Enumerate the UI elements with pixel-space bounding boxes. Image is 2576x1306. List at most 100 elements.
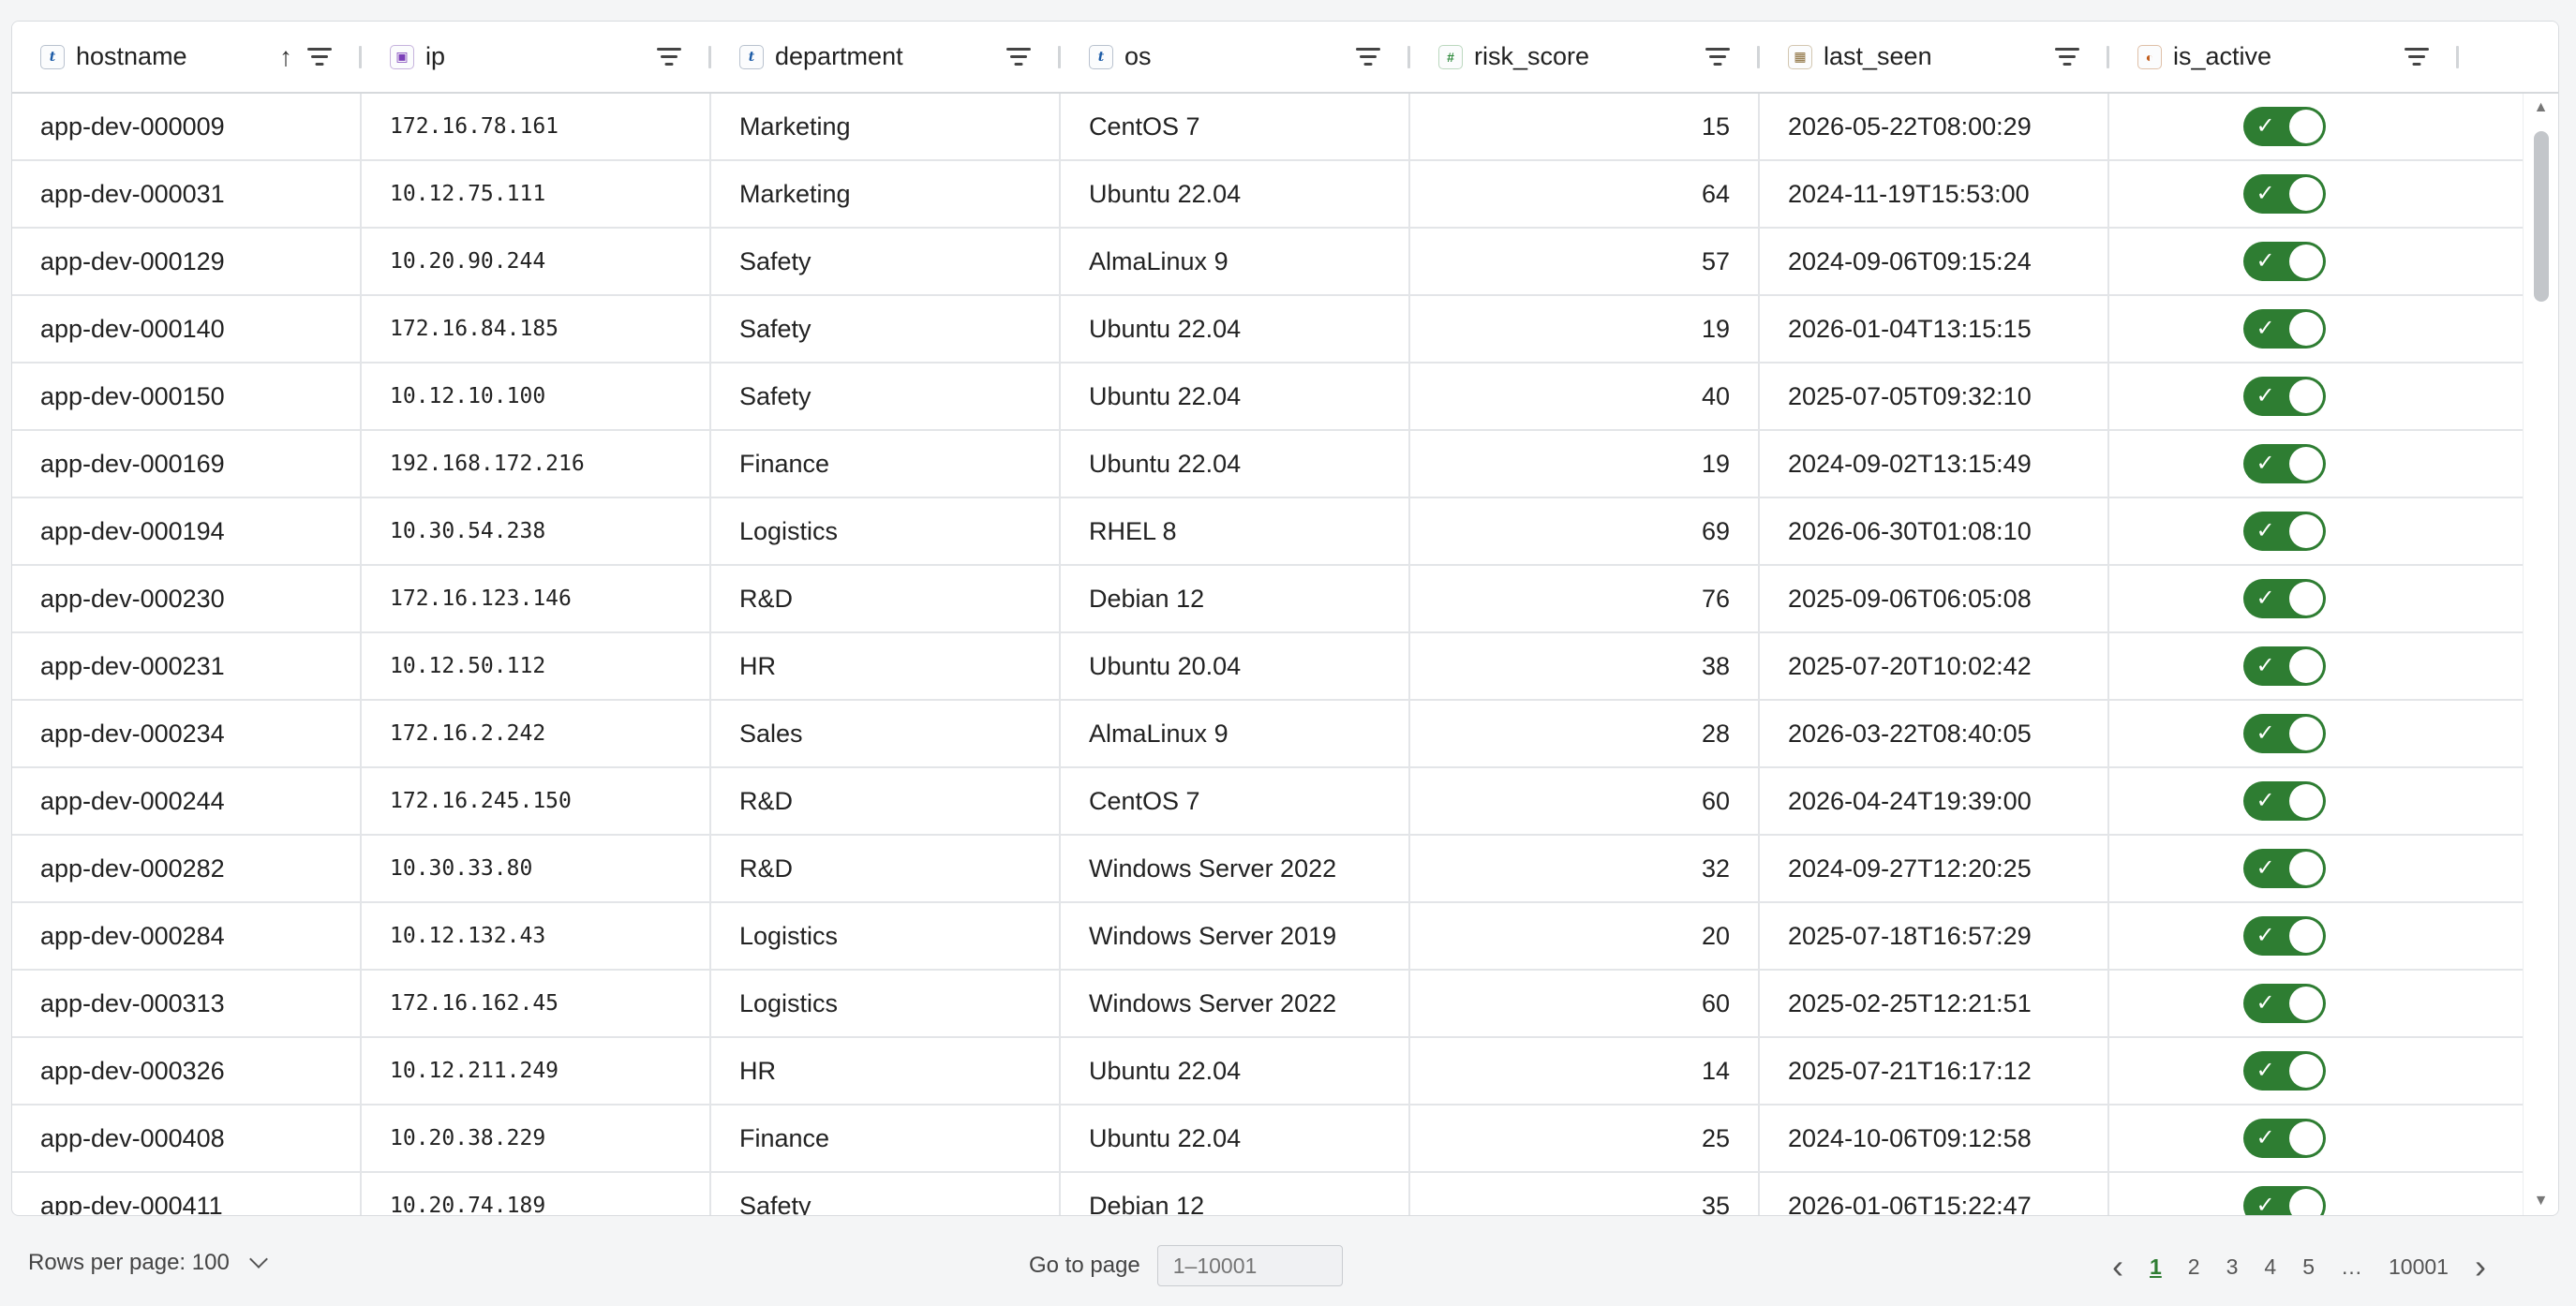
- table-row[interactable]: app-dev-000326 10.12.211.249 HR Ubuntu 22.0…: [12, 1038, 2524, 1106]
- cell-last-seen[interactable]: 2026-01-06T15:22:47: [1760, 1173, 2109, 1215]
- cell-hostname[interactable]: app-dev-000326: [12, 1038, 362, 1104]
- column-header-ip[interactable]: ▣ ip: [362, 22, 711, 92]
- scrollbar-thumb[interactable]: [2534, 131, 2549, 302]
- cell-hostname[interactable]: app-dev-000282: [12, 836, 362, 901]
- table-row[interactable]: app-dev-000009 172.16.78.161 Marketing Cent…: [12, 94, 2524, 161]
- cell-os[interactable]: Ubuntu 20.04: [1061, 633, 1410, 699]
- cell-department[interactable]: Finance: [711, 1106, 1061, 1171]
- cell-os[interactable]: Debian 12: [1061, 566, 1410, 631]
- cell-department[interactable]: Marketing: [711, 161, 1061, 227]
- cell-os[interactable]: Ubuntu 22.04: [1061, 1106, 1410, 1171]
- active-toggle[interactable]: ✓: [2242, 579, 2326, 618]
- cell-ip[interactable]: 172.16.78.161: [362, 94, 711, 159]
- cell-department[interactable]: HR: [711, 633, 1061, 699]
- cell-last-seen[interactable]: 2026-04-24T19:39:00: [1760, 768, 2109, 834]
- cell-os[interactable]: AlmaLinux 9: [1061, 229, 1410, 294]
- cell-department[interactable]: HR: [711, 1038, 1061, 1104]
- column-header-last-seen[interactable]: ▦ last_seen: [1760, 22, 2109, 92]
- cell-risk-score[interactable]: 57: [1410, 229, 1760, 294]
- cell-ip[interactable]: 192.168.172.216: [362, 431, 711, 497]
- active-toggle[interactable]: ✓: [2242, 444, 2326, 483]
- active-toggle[interactable]: ✓: [2242, 309, 2326, 349]
- cell-ip[interactable]: 10.12.132.43: [362, 903, 711, 969]
- cell-hostname[interactable]: app-dev-000009: [12, 94, 362, 159]
- rows-per-page-select[interactable]: Rows per page: 100: [28, 1250, 268, 1276]
- active-toggle[interactable]: ✓: [2242, 242, 2326, 281]
- cell-ip[interactable]: 10.20.74.189: [362, 1173, 711, 1215]
- cell-ip[interactable]: 10.12.10.100: [362, 364, 711, 429]
- table-row[interactable]: app-dev-000234 172.16.2.242 Sales AlmaLinux…: [12, 701, 2524, 768]
- cell-last-seen[interactable]: 2024-11-19T15:53:00: [1760, 161, 2109, 227]
- table-row[interactable]: app-dev-000411 10.20.74.189 Safety Debian 1…: [12, 1173, 2524, 1215]
- cell-department[interactable]: Sales: [711, 701, 1061, 766]
- filter-icon[interactable]: [1354, 46, 1382, 68]
- cell-last-seen[interactable]: 2025-07-20T10:02:42: [1760, 633, 2109, 699]
- active-toggle[interactable]: ✓: [2242, 1119, 2326, 1158]
- cell-last-seen[interactable]: 2026-05-22T08:00:29: [1760, 94, 2109, 159]
- cell-hostname[interactable]: app-dev-000284: [12, 903, 362, 969]
- cell-risk-score[interactable]: 69: [1410, 498, 1760, 564]
- cell-os[interactable]: Ubuntu 22.04: [1061, 431, 1410, 497]
- cell-hostname[interactable]: app-dev-000129: [12, 229, 362, 294]
- page-button[interactable]: 4: [2251, 1254, 2289, 1280]
- cell-os[interactable]: CentOS 7: [1061, 94, 1410, 159]
- cell-hostname[interactable]: app-dev-000031: [12, 161, 362, 227]
- table-row[interactable]: app-dev-000284 10.12.132.43 Logistics Windo…: [12, 903, 2524, 971]
- cell-department[interactable]: R&D: [711, 566, 1061, 631]
- cell-ip[interactable]: 10.12.50.112: [362, 633, 711, 699]
- filter-icon[interactable]: [305, 46, 334, 68]
- cell-department[interactable]: Logistics: [711, 903, 1061, 969]
- cell-department[interactable]: Safety: [711, 296, 1061, 362]
- cell-os[interactable]: Ubuntu 22.04: [1061, 364, 1410, 429]
- column-header-hostname[interactable]: t hostname ↑: [12, 22, 362, 92]
- column-header-risk-score[interactable]: # risk_score: [1410, 22, 1760, 92]
- cell-department[interactable]: Safety: [711, 364, 1061, 429]
- table-row[interactable]: app-dev-000194 10.30.54.238 Logistics RHEL …: [12, 498, 2524, 566]
- cell-risk-score[interactable]: 35: [1410, 1173, 1760, 1215]
- cell-last-seen[interactable]: 2024-09-06T09:15:24: [1760, 229, 2109, 294]
- filter-icon[interactable]: [2053, 46, 2081, 68]
- cell-os[interactable]: CentOS 7: [1061, 768, 1410, 834]
- cell-hostname[interactable]: app-dev-000140: [12, 296, 362, 362]
- cell-risk-score[interactable]: 15: [1410, 94, 1760, 159]
- cell-risk-score[interactable]: 19: [1410, 296, 1760, 362]
- cell-department[interactable]: Logistics: [711, 498, 1061, 564]
- cell-last-seen[interactable]: 2026-03-22T08:40:05: [1760, 701, 2109, 766]
- cell-risk-score[interactable]: 38: [1410, 633, 1760, 699]
- cell-os[interactable]: Ubuntu 22.04: [1061, 161, 1410, 227]
- table-row[interactable]: app-dev-000031 10.12.75.111 Marketing Ubunt…: [12, 161, 2524, 229]
- cell-hostname[interactable]: app-dev-000231: [12, 633, 362, 699]
- table-row[interactable]: app-dev-000244 172.16.245.150 R&D CentOS 76…: [12, 768, 2524, 836]
- cell-risk-score[interactable]: 64: [1410, 161, 1760, 227]
- table-row[interactable]: app-dev-000408 10.20.38.229 Finance Ubuntu …: [12, 1106, 2524, 1173]
- cell-ip[interactable]: 10.20.38.229: [362, 1106, 711, 1171]
- cell-risk-score[interactable]: 32: [1410, 836, 1760, 901]
- filter-icon[interactable]: [2403, 46, 2431, 68]
- cell-department[interactable]: Marketing: [711, 94, 1061, 159]
- cell-hostname[interactable]: app-dev-000150: [12, 364, 362, 429]
- page-button[interactable]: 10001: [2375, 1254, 2462, 1280]
- active-toggle[interactable]: ✓: [2242, 916, 2326, 956]
- cell-department[interactable]: Logistics: [711, 971, 1061, 1036]
- page-button[interactable]: 1: [2137, 1254, 2175, 1280]
- active-toggle[interactable]: ✓: [2242, 646, 2326, 686]
- cell-hostname[interactable]: app-dev-000244: [12, 768, 362, 834]
- active-toggle[interactable]: ✓: [2242, 1186, 2326, 1215]
- cell-hostname[interactable]: app-dev-000313: [12, 971, 362, 1036]
- filter-icon[interactable]: [1704, 46, 1732, 68]
- table-row[interactable]: app-dev-000282 10.30.33.80 R&D Windows Serv…: [12, 836, 2524, 903]
- table-row[interactable]: app-dev-000140 172.16.84.185 Safety Ubuntu …: [12, 296, 2524, 364]
- cell-ip[interactable]: 10.12.75.111: [362, 161, 711, 227]
- cell-last-seen[interactable]: 2025-07-18T16:57:29: [1760, 903, 2109, 969]
- active-toggle[interactable]: ✓: [2242, 714, 2326, 753]
- previous-page-icon[interactable]: ‹: [2099, 1250, 2137, 1284]
- active-toggle[interactable]: ✓: [2242, 984, 2326, 1023]
- cell-last-seen[interactable]: 2024-09-27T12:20:25: [1760, 836, 2109, 901]
- cell-risk-score[interactable]: 28: [1410, 701, 1760, 766]
- cell-risk-score[interactable]: 14: [1410, 1038, 1760, 1104]
- table-row[interactable]: app-dev-000231 10.12.50.112 HR Ubuntu 20.04…: [12, 633, 2524, 701]
- column-header-department[interactable]: t department: [711, 22, 1061, 92]
- go-to-page-input[interactable]: [1156, 1245, 1343, 1286]
- cell-risk-score[interactable]: 76: [1410, 566, 1760, 631]
- cell-ip[interactable]: 10.30.33.80: [362, 836, 711, 901]
